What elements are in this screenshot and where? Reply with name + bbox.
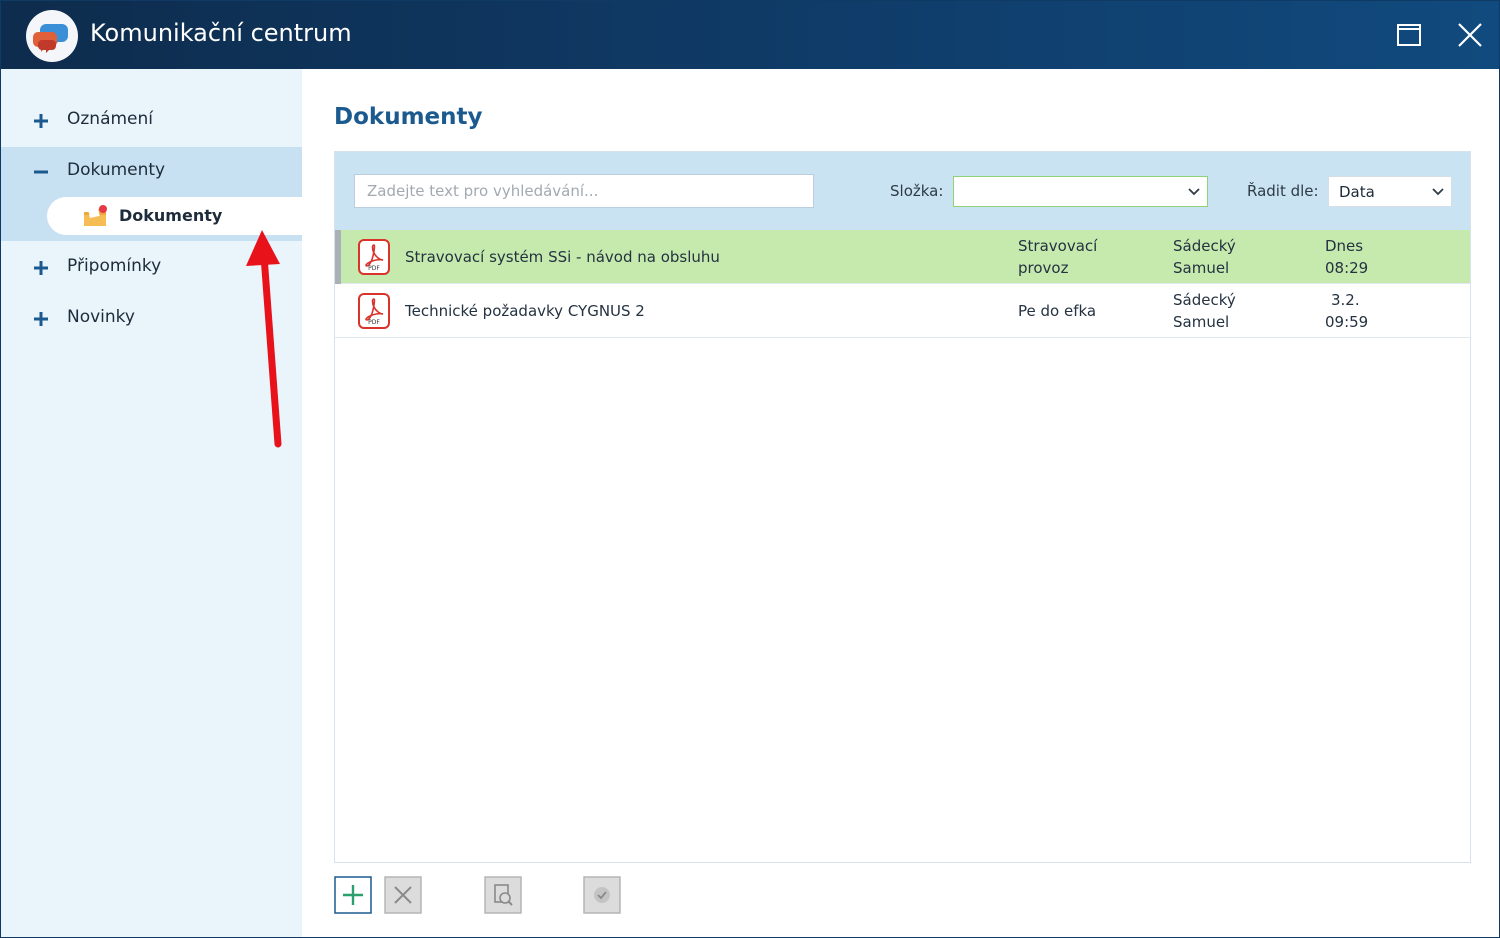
search-input[interactable] [354,174,814,208]
title-bar: Komunikační centrum [1,1,1499,69]
document-folder: Pe do efka [1018,302,1097,320]
plus-icon [34,114,48,128]
sidebar-item-label: Novinky [67,307,135,327]
app-logo-icon [26,10,78,62]
sort-label: Řadit dle: [1247,182,1319,200]
plus-icon [34,261,48,275]
document-author: Sádecký Samuel [1173,291,1236,331]
chevron-down-icon [1186,185,1202,199]
close-icon [1458,23,1482,47]
selection-marker [335,230,341,284]
page-title: Dokumenty [334,104,483,130]
main-content: Dokumenty Složka: Řadit dle: Data [302,69,1499,937]
maximize-icon [1397,24,1421,46]
table-row[interactable]: PDF Stravovací systém SSi - návod na obs… [335,230,1470,284]
document-name: Technické požadavky CYGNUS 2 [405,302,645,320]
document-date-day: Dnes [1325,237,1364,255]
window-title: Komunikační centrum [90,19,352,47]
document-date-time: 08:29 [1325,259,1369,277]
document-author: Sádecký Samuel [1173,237,1236,277]
close-button[interactable] [1450,15,1490,55]
pdf-icon: PDF [358,239,390,275]
filter-bar: Složka: Řadit dle: Data [335,152,1470,230]
sidebar-item-label: Připomínky [67,256,162,276]
svg-text:PDF: PDF [368,319,380,326]
sidebar-item-dokumenty[interactable]: Dokumenty [1,147,302,197]
document-date-day: 3.2. [1331,291,1360,309]
table-row[interactable]: PDF Technické požadavky CYGNUS 2 Pe do e… [335,284,1470,338]
sort-select[interactable]: Data [1328,176,1452,207]
sidebar-subitem-label: Dokumenty [119,206,223,225]
folder-icon [84,205,107,226]
sidebar-item-label: Oznámení [67,109,154,129]
document-date: 3.2. 09:59 [1325,289,1415,333]
document-date-time: 09:59 [1325,313,1369,331]
magnifier-doc-icon [484,876,522,914]
pdf-icon: PDF [358,293,390,329]
documents-panel: Složka: Řadit dle: Data [334,151,1471,863]
plus-icon [334,876,372,914]
sort-select-value: Data [1339,183,1375,201]
add-button[interactable] [334,876,372,914]
document-name: Stravovací systém SSi - návod na obsluhu [405,248,720,266]
preview-button[interactable] [484,876,522,914]
svg-text:PDF: PDF [368,265,380,272]
plus-icon [34,312,48,326]
delete-button[interactable] [384,876,422,914]
document-folder: Stravovací provoz [1018,237,1098,277]
document-date: Dnes 08:29 [1325,235,1415,279]
sidebar-item-oznameni[interactable]: Oznámení [1,96,302,146]
sidebar-item-novinky[interactable]: Novinky [1,294,302,344]
chevron-down-icon [1430,185,1446,199]
sidebar-item-pripominky[interactable]: Připomínky [1,243,302,293]
check-icon [583,876,621,914]
x-icon [384,876,422,914]
sidebar-item-label: Dokumenty [67,160,166,180]
folder-select[interactable] [953,176,1208,207]
sidebar-subitem-dokumenty[interactable]: Dokumenty [47,197,302,235]
sidebar: Oznámení Dokumenty Dokumenty Připomínky [1,69,302,937]
confirm-button[interactable] [583,876,621,914]
maximize-button[interactable] [1389,15,1429,55]
minus-icon [34,170,48,174]
app-window: Komunikační centrum Oznámení Dokumenty D… [0,0,1500,938]
folder-label: Složka: [890,182,944,200]
